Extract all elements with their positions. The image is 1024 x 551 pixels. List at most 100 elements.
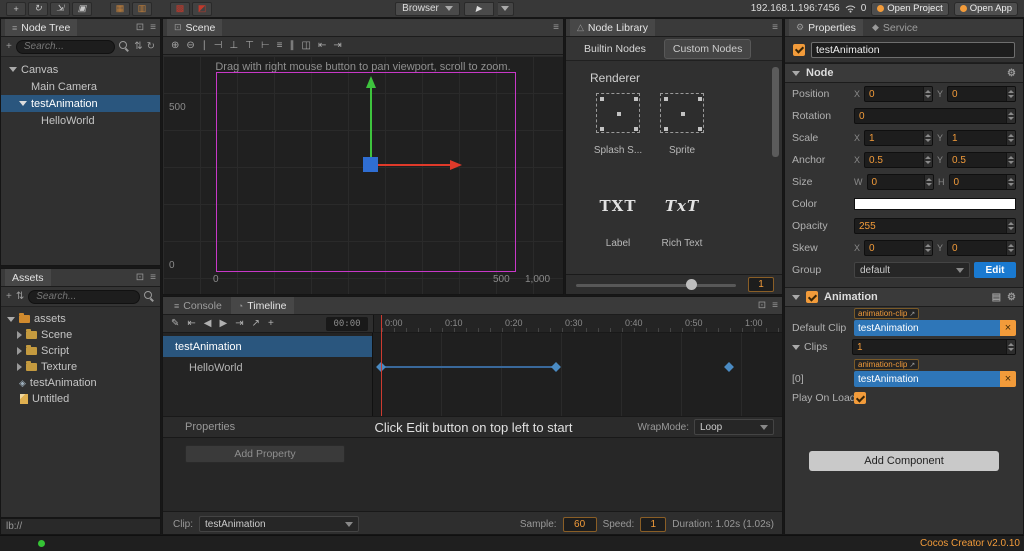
node-section-header[interactable]: Node ⚙ <box>785 63 1023 83</box>
timeline-row-helloworld[interactable]: HelloWorld <box>163 357 372 378</box>
collapse-clips-icon[interactable] <box>792 344 800 350</box>
refresh-icon[interactable]: ↻ <box>147 41 155 52</box>
transform-gizmo[interactable] <box>358 74 468 179</box>
add-component-button[interactable]: Add Component <box>809 451 999 471</box>
remove-clip-button[interactable]: × <box>1000 320 1016 336</box>
prev-frame-icon[interactable]: ◀ <box>204 318 212 329</box>
stepper[interactable] <box>1006 131 1015 145</box>
asset-item-scene[interactable]: Scene <box>1 327 160 343</box>
clips-count-input[interactable]: 1 <box>852 339 1016 355</box>
slider-handle[interactable] <box>686 279 697 290</box>
group-edit-button[interactable]: Edit <box>974 262 1016 278</box>
position-y-input[interactable]: 0 <box>947 86 1016 102</box>
asset-search-input[interactable] <box>28 289 140 304</box>
library-item-richtext[interactable]: TxT Rich Text <box>658 186 706 249</box>
skew-x-input[interactable]: 0 <box>864 240 933 256</box>
float-panel-icon[interactable]: ⊡ <box>136 22 144 33</box>
clip-0-field[interactable]: testAnimation <box>854 371 1000 387</box>
node-name-input[interactable] <box>811 41 1015 58</box>
keyframe-track-area[interactable] <box>373 333 782 416</box>
stepper[interactable] <box>923 153 932 167</box>
remove-clip-button[interactable]: × <box>1000 371 1016 387</box>
anchor-x-input[interactable]: 0.5 <box>864 152 933 168</box>
tree-item-testanimation[interactable]: testAnimation <box>1 95 160 112</box>
expand-collapse-icon[interactable]: ⇅ <box>134 41 142 52</box>
float-panel-icon[interactable]: ⊡ <box>136 272 144 283</box>
stepper[interactable] <box>1006 153 1015 167</box>
platform-dropdown[interactable]: Browser <box>395 1 460 16</box>
tree-item-helloworld[interactable]: HelloWorld <box>1 112 160 129</box>
collapse-section-icon[interactable] <box>792 294 800 300</box>
collapse-arrow-icon[interactable] <box>17 331 22 339</box>
tab-custom-nodes[interactable]: Custom Nodes <box>663 38 752 59</box>
atlas-tool-button[interactable]: ▦ <box>110 1 130 16</box>
anchor-y-input[interactable]: 0.5 <box>947 152 1016 168</box>
library-item-label[interactable]: TXT Label <box>594 186 642 249</box>
space-left-icon[interactable]: ⇤ <box>318 40 326 51</box>
stepper[interactable] <box>1006 87 1015 101</box>
position-x-input[interactable]: 0 <box>864 86 933 102</box>
timeline-playhead[interactable] <box>381 315 382 416</box>
open-external-icon[interactable]: ↗ <box>252 318 260 329</box>
move-tool-button[interactable]: + <box>6 1 26 16</box>
ruler-icon[interactable]: ∣ <box>202 40 207 51</box>
node-active-checkbox[interactable] <box>793 43 805 56</box>
rotate-tool-button[interactable]: ↻ <box>28 1 48 16</box>
zoom-out-icon[interactable]: ⊖ <box>186 40 194 51</box>
panel-menu-icon[interactable]: ≡ <box>553 22 559 33</box>
animation-enabled-checkbox[interactable] <box>806 291 818 303</box>
align-bottom-icon[interactable]: ⊥ <box>230 40 239 51</box>
stepper[interactable] <box>1006 340 1015 354</box>
space-right-icon[interactable]: ⇥ <box>333 40 341 51</box>
library-item-splash[interactable]: Splash S... <box>594 93 642 156</box>
collapse-section-icon[interactable] <box>792 70 800 76</box>
tab-scene[interactable]: ⊡ Scene <box>167 19 223 36</box>
collapse-arrow-icon[interactable] <box>17 363 22 371</box>
scrollbar[interactable] <box>772 67 779 157</box>
slider-track[interactable] <box>576 284 736 287</box>
external-link-icon[interactable]: ↗ <box>909 361 915 369</box>
zoom-in-icon[interactable]: ⊕ <box>171 40 179 51</box>
scale-tool-button[interactable]: ⇲ <box>50 1 70 16</box>
skew-y-input[interactable]: 0 <box>947 240 1016 256</box>
asset-item-texture[interactable]: Texture <box>1 359 160 375</box>
scale-y-input[interactable]: 1 <box>947 130 1016 146</box>
play-animation-icon[interactable]: ▶ <box>219 318 227 329</box>
stepper[interactable] <box>1006 219 1015 233</box>
animation-section-header[interactable]: Animation ▤ ⚙ <box>785 287 1023 307</box>
wrapmode-dropdown[interactable]: Loop <box>694 419 774 435</box>
rotation-input[interactable]: 0 <box>854 108 1016 124</box>
tab-builtin-nodes[interactable]: Builtin Nodes <box>576 40 654 58</box>
asset-item-untitled[interactable]: Untitled <box>1 391 160 407</box>
size-w-input[interactable]: 0 <box>866 174 934 190</box>
size-h-input[interactable]: 0 <box>948 174 1016 190</box>
add-asset-icon[interactable]: + <box>6 291 12 302</box>
group-dropdown[interactable]: default <box>854 262 970 278</box>
color-swatch[interactable] <box>854 198 1016 210</box>
copy-icon[interactable]: ▤ <box>992 292 1001 303</box>
stepper[interactable] <box>924 175 933 189</box>
mask-tool-button[interactable]: ◩ <box>192 1 212 16</box>
stepper[interactable] <box>1006 109 1015 123</box>
scale-x-input[interactable]: 1 <box>864 130 933 146</box>
asset-item-assets-root[interactable]: assets <box>1 311 160 327</box>
stepper[interactable] <box>1006 175 1015 189</box>
asset-item-testanimation[interactable]: ◈ testAnimation <box>1 375 160 391</box>
play-on-load-checkbox[interactable] <box>854 392 866 404</box>
open-project-button[interactable]: Open Project <box>871 1 949 16</box>
gear-icon[interactable]: ⚙ <box>1007 292 1016 303</box>
search-icon[interactable] <box>144 291 155 302</box>
preview-address[interactable]: 192.168.1.196:7456 <box>751 3 840 14</box>
panel-menu-icon[interactable]: ≡ <box>150 22 156 33</box>
stepper[interactable] <box>1006 241 1015 255</box>
play-options-button[interactable] <box>497 1 514 16</box>
stepper[interactable] <box>923 131 932 145</box>
panel-menu-icon[interactable]: ≡ <box>772 22 778 33</box>
default-clip-field[interactable]: testAnimation <box>854 320 1000 336</box>
tree-item-main-camera[interactable]: Main Camera <box>1 78 160 95</box>
play-button[interactable]: ▶ <box>463 1 494 16</box>
rect-tool-button[interactable]: ▣ <box>72 1 92 16</box>
add-property-button[interactable]: Add Property <box>185 445 345 463</box>
expand-arrow-icon[interactable] <box>9 67 17 72</box>
align-top-icon[interactable]: ⊤ <box>245 40 254 51</box>
